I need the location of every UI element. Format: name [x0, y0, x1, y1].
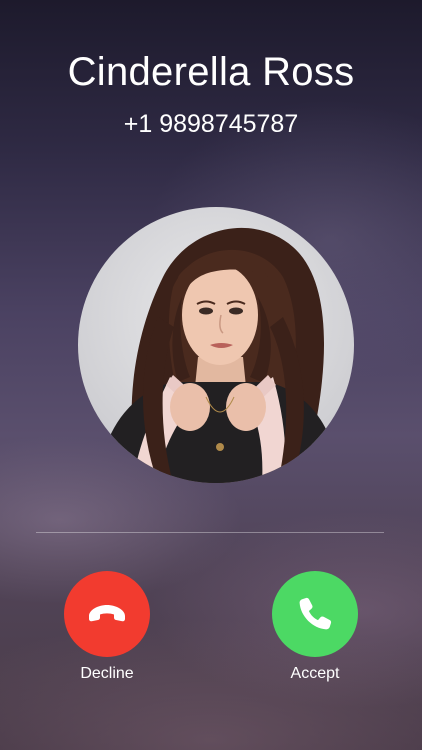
- decline-button[interactable]: [64, 571, 150, 657]
- caller-number: +1 9898745787: [123, 110, 299, 138]
- decline-label: Decline: [80, 665, 134, 682]
- phone-icon: [299, 597, 332, 630]
- caller-avatar: [78, 207, 354, 483]
- accept-label: Accept: [290, 665, 340, 682]
- phone-hangup-icon: [89, 605, 125, 622]
- accept-button[interactable]: [272, 571, 358, 657]
- caller-photo: [98, 227, 340, 483]
- caller-name: Cinderella Ross: [67, 50, 355, 94]
- divider: [36, 532, 384, 533]
